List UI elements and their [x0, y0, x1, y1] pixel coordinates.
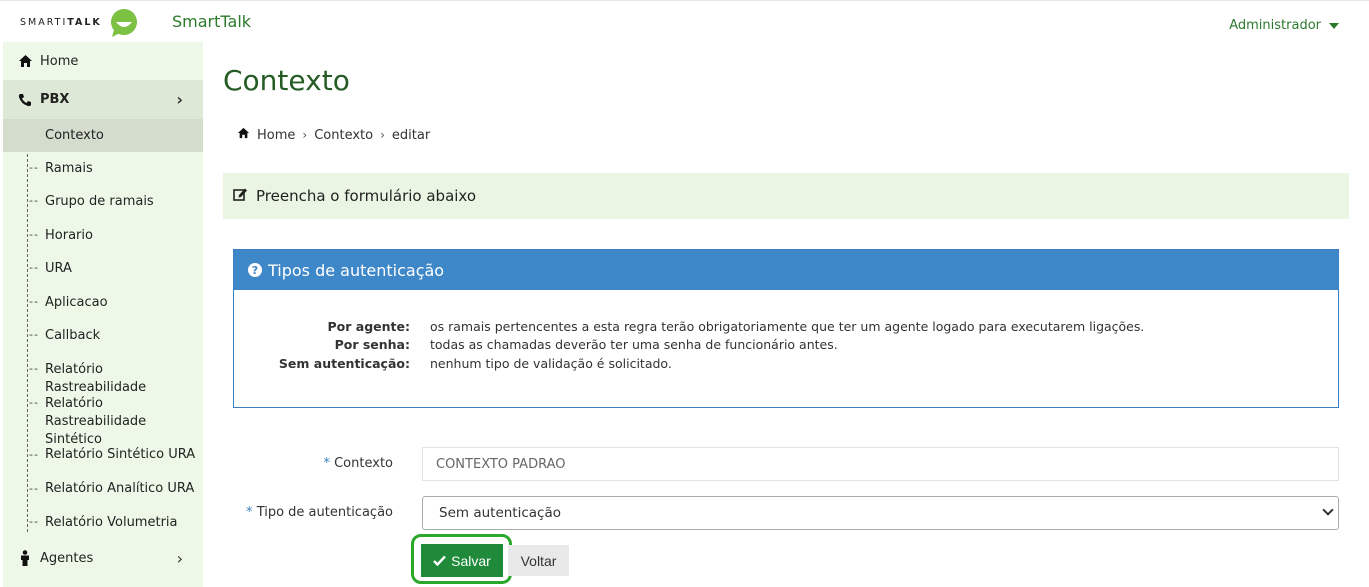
chevron-down-icon — [1322, 504, 1334, 516]
sidebar-item-label: Home — [40, 53, 79, 69]
chevron-right-icon: › — [302, 128, 308, 142]
form-header-text: Preencha o formulário abaixo — [256, 187, 477, 205]
sidebar-subitem-relatorio-sintetico-ura[interactable]: -- Relatório Sintético URA — [3, 440, 203, 474]
phone-icon — [17, 92, 33, 108]
top-bar: SMARTITALK SmartTalk Administrador — [0, 0, 1369, 42]
sidebar-item-agentes[interactable]: Agentes › — [3, 541, 203, 575]
brand-wordmark: SMARTITALK — [20, 17, 102, 28]
chevron-right-icon: › — [176, 90, 183, 109]
breadcrumb-home[interactable]: Home — [257, 128, 295, 143]
sidebar-subitem-contexto[interactable]: Contexto — [3, 119, 203, 152]
person-icon — [17, 550, 33, 566]
check-icon — [433, 555, 447, 566]
question-circle-icon: ? — [248, 263, 262, 277]
sidebar-subitem-grupo-de-ramais[interactable]: -- Grupo de ramais — [3, 186, 203, 220]
chevron-right-icon: › — [176, 548, 183, 568]
sidebar-subitem-relatorio-volumetria[interactable]: -- Relatório Volumetria — [3, 507, 203, 541]
panel-title: Tipos de autenticação — [268, 260, 445, 280]
breadcrumb-contexto[interactable]: Contexto — [314, 128, 373, 143]
caret-down-icon — [1329, 22, 1339, 29]
home-icon — [17, 53, 33, 69]
breadcrumb-editar: editar — [391, 127, 431, 143]
save-button-label: Salvar — [451, 552, 491, 569]
app-title: SmartTalk — [172, 12, 252, 31]
tipo-autenticacao-label: * Tipo de autenticação — [246, 505, 393, 520]
auth-row-sem-autenticacao: Sem autenticação: nenhum tipo de validaç… — [278, 356, 672, 371]
edit-icon — [233, 187, 248, 205]
form-header: Preencha o formulário abaixo — [223, 173, 1349, 219]
auth-row-por-senha: Por senha: todas as chamadas deverão ter… — [334, 337, 838, 352]
sidebar-item-label: PBX — [40, 92, 70, 107]
select-value: Sem autenticação — [439, 505, 561, 521]
sidebar-item-home[interactable]: Home — [3, 42, 203, 80]
sidebar-item-pbx[interactable]: PBX › — [3, 80, 203, 119]
sidebar-subitem-horario[interactable]: -- Horario — [3, 220, 203, 253]
sidebar-subitem-relatorio-rastreabilidade-sintetico[interactable]: -- Relatório Rastreabilidade Sintético — [3, 388, 203, 447]
sidebar-subitem-relatorio-rastreabilidade[interactable]: -- Relatório Rastreabilidade — [3, 354, 203, 395]
back-button[interactable]: Voltar — [508, 545, 569, 576]
sidebar-subitem-callback[interactable]: -- Callback — [3, 320, 203, 354]
page-title: Contexto — [223, 64, 350, 97]
panel-heading: ? Tipos de autenticação — [234, 250, 1338, 290]
user-menu-label: Administrador — [1229, 18, 1321, 33]
contexto-input[interactable]: CONTEXTO PADRAO — [422, 447, 1339, 481]
user-menu[interactable]: Administrador — [1229, 18, 1339, 33]
save-button[interactable]: Salvar — [421, 544, 503, 577]
auth-info-panel: ? Tipos de autenticação Por agente: os r… — [233, 249, 1339, 408]
chevron-right-icon: › — [380, 128, 385, 142]
sidebar-subitem-relatorio-analitico-ura[interactable]: -- Relatório Analítico URA — [3, 474, 203, 507]
auth-row-por-agente: Por agente: os ramais pertencentes a est… — [327, 319, 1145, 334]
smarttalk-logo-icon — [111, 9, 137, 37]
sidebar: Home PBX › Contexto -- Ramais -- Grupo d… — [3, 42, 203, 587]
sidebar-subitem-ura[interactable]: -- URA — [3, 253, 203, 287]
contexto-label: * Contexto — [323, 456, 393, 471]
home-icon — [237, 127, 250, 143]
tipo-autenticacao-select[interactable]: Sem autenticação — [422, 496, 1339, 530]
breadcrumb: Home › Contexto › editar — [237, 127, 430, 143]
sidebar-subitem-ramais[interactable]: -- Ramais — [3, 152, 203, 186]
sidebar-item-label: Agentes — [40, 550, 94, 566]
sidebar-subitem-aplicacao[interactable]: -- Aplicacao — [3, 287, 203, 320]
